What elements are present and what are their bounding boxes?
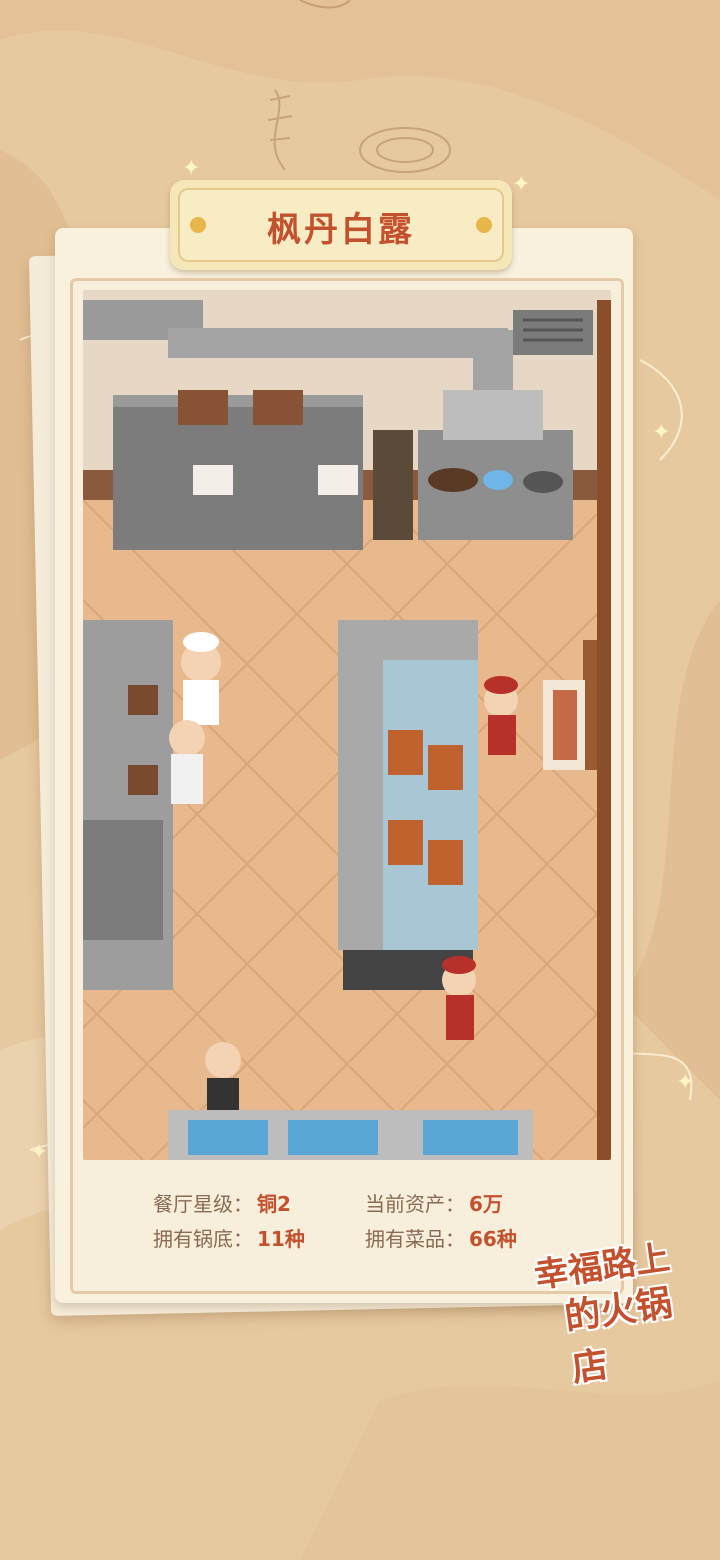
kitchen-scene xyxy=(83,290,611,1160)
sparkle-icon: ✦ xyxy=(676,1070,695,1095)
stat-star-level: 餐厅星级： 铜2 xyxy=(153,1188,291,1217)
sparkle-icon: ✦ xyxy=(652,420,671,445)
stat-dishes: 拥有菜品： 66种 xyxy=(365,1223,517,1252)
stat-value: 11种 xyxy=(257,1227,305,1251)
stat-soup-bases: 拥有锅底： 11种 xyxy=(153,1223,305,1252)
stat-value: 铜2 xyxy=(257,1192,291,1216)
sparkle-icon: ✦ xyxy=(30,1140,49,1165)
stat-value: 66种 xyxy=(469,1227,517,1251)
stat-label: 餐厅星级： xyxy=(153,1192,253,1216)
logo-line-2: 的火锅店 xyxy=(562,1282,675,1390)
game-logo: 幸福路上 的火锅店 xyxy=(524,1219,696,1390)
stat-label: 当前资产： xyxy=(365,1192,465,1216)
stat-assets: 当前资产： 6万 xyxy=(365,1188,503,1217)
stat-value: 6万 xyxy=(469,1192,503,1216)
restaurant-name: 枫丹白露 xyxy=(267,210,415,250)
sparkle-icon: ✦ xyxy=(182,156,201,181)
title-plate: 枫丹白露 xyxy=(170,180,512,270)
stat-label: 拥有菜品： xyxy=(365,1227,465,1251)
stat-label: 拥有锅底： xyxy=(153,1227,253,1251)
sparkle-icon: ✦ xyxy=(512,172,531,197)
